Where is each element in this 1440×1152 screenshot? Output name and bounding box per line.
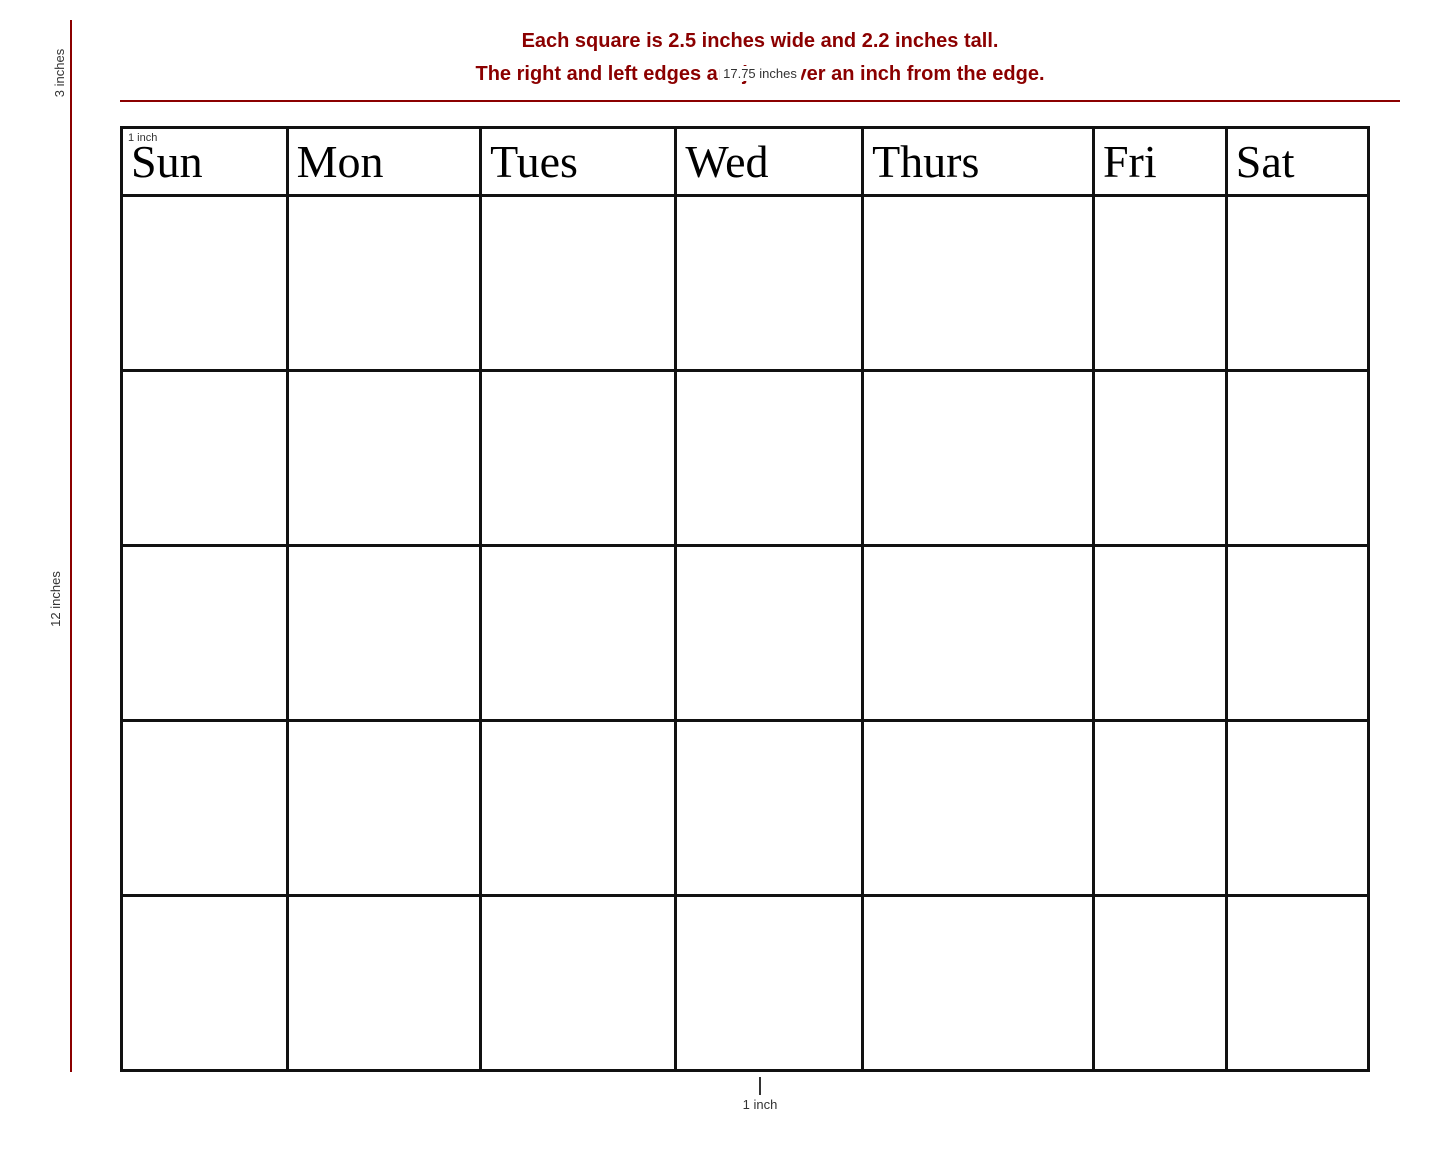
cell-r5c6 (1093, 896, 1226, 1071)
cell-r2c7 (1226, 371, 1368, 546)
day-label-thurs: Thurs (872, 136, 979, 187)
cell-r3c7 (1226, 546, 1368, 721)
table-row (122, 371, 1369, 546)
day-label-tues: Tues (490, 136, 578, 187)
cell-r3c2 (287, 546, 481, 721)
cell-r1c3 (481, 196, 676, 371)
day-label-sat: Sat (1236, 136, 1295, 187)
bottom-annotation: 1 inch (40, 1072, 1400, 1112)
table-row (122, 721, 1369, 896)
top-left-ruler: 3 inches (40, 20, 120, 126)
calendar-table: 1 inch Sun Mon Tues Wed Th (120, 126, 1370, 1072)
cell-r1c6 (1093, 196, 1226, 371)
page-container: 3 inches Each square is 2.5 inches wide … (0, 0, 1440, 1152)
cell-r4c4 (676, 721, 863, 896)
cell-r4c6 (1093, 721, 1226, 896)
cell-r1c7 (1226, 196, 1368, 371)
table-row (122, 546, 1369, 721)
header-wed: Wed (676, 128, 863, 196)
bottom-tick-label: 1 inch (743, 1097, 778, 1112)
h-ruler-label: 17.75 inches (719, 66, 801, 81)
cell-r3c5 (863, 546, 1094, 721)
cell-r5c5 (863, 896, 1094, 1071)
cell-r5c7 (1226, 896, 1368, 1071)
cell-r2c4 (676, 371, 863, 546)
cell-r2c5 (863, 371, 1094, 546)
left-ruler: 12 inches (40, 126, 120, 1072)
v12-ruler-line (70, 126, 72, 1072)
day-label-mon: Mon (297, 136, 384, 187)
cell-r3c6 (1093, 546, 1226, 721)
right-space (1370, 126, 1400, 1072)
v12-ruler-label: 12 inches (48, 571, 63, 627)
bottom-tick-line (759, 1077, 761, 1095)
header-sun: 1 inch Sun (122, 128, 288, 196)
cell-r1c1 (122, 196, 288, 371)
table-row (122, 896, 1369, 1071)
cell-r5c4 (676, 896, 863, 1071)
cell-r3c4 (676, 546, 863, 721)
calendar-container: 1 inch Sun Mon Tues Wed Th (120, 126, 1370, 1072)
cell-r2c2 (287, 371, 481, 546)
cell-r2c1 (122, 371, 288, 546)
one-inch-badge: 1 inch (128, 132, 157, 144)
cell-r2c3 (481, 371, 676, 546)
cell-r1c2 (287, 196, 481, 371)
cell-r3c1 (122, 546, 288, 721)
header-mon: Mon (287, 128, 481, 196)
header-row: 1 inch Sun Mon Tues Wed Th (122, 128, 1369, 196)
top-text-line1: Each square is 2.5 inches wide and 2.2 i… (522, 30, 999, 53)
cell-r4c2 (287, 721, 481, 896)
cell-r4c1 (122, 721, 288, 896)
cell-r3c3 (481, 546, 676, 721)
header-thurs: Thurs (863, 128, 1094, 196)
v3-ruler-label: 3 inches (52, 49, 67, 97)
h-ruler-line (120, 100, 1400, 102)
top-info-area: 3 inches Each square is 2.5 inches wide … (40, 20, 1400, 126)
cell-r5c2 (287, 896, 481, 1071)
cell-r2c6 (1093, 371, 1226, 546)
cell-r5c3 (481, 896, 676, 1071)
main-row: 12 inches 1 inch Sun Mon Tues (40, 126, 1400, 1072)
top-right-content: Each square is 2.5 inches wide and 2.2 i… (120, 20, 1400, 126)
day-label-fri: Fri (1103, 136, 1157, 187)
header-sat: Sat (1226, 128, 1368, 196)
header-tues: Tues (481, 128, 676, 196)
cell-r4c3 (481, 721, 676, 896)
cell-r1c5 (863, 196, 1094, 371)
cell-r4c5 (863, 721, 1094, 896)
table-row (122, 196, 1369, 371)
v3-ruler-line (70, 20, 72, 126)
cell-r4c7 (1226, 721, 1368, 896)
cell-r1c4 (676, 196, 863, 371)
header-fri: Fri (1093, 128, 1226, 196)
cell-r5c1 (122, 896, 288, 1071)
day-label-wed: Wed (685, 136, 768, 187)
bottom-tick-group: 1 inch (743, 1077, 778, 1112)
h-ruler-container: 17.75 inches (120, 86, 1400, 116)
